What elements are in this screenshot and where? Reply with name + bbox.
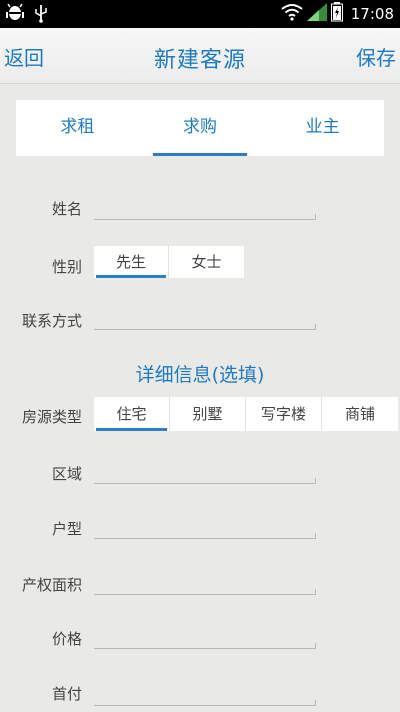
tab-rent[interactable]: 求租	[16, 100, 139, 156]
details-section-title: 详细信息(选填)	[135, 364, 265, 386]
title-bar: 返回 新建客源 保存	[0, 28, 400, 84]
property-size-label: 产权面积	[21, 576, 82, 594]
android-debug-icon	[6, 3, 24, 27]
property-type-shop[interactable]: 商铺	[322, 397, 398, 431]
signal-icon	[306, 3, 327, 25]
layout-field[interactable]	[94, 513, 316, 539]
property-type-office[interactable]: 写字楼	[246, 397, 322, 431]
wifi-icon	[281, 3, 303, 25]
area-field[interactable]	[94, 458, 316, 484]
price-field[interactable]	[94, 623, 316, 649]
listing-type-tabs: 求租 求购 业主	[16, 100, 384, 156]
down-payment-label: 首付	[51, 685, 82, 703]
property-size-field[interactable]	[94, 569, 316, 595]
price-label: 价格	[51, 630, 82, 648]
down-payment-field[interactable]	[94, 680, 316, 706]
gender-option-mr[interactable]: 先生	[94, 246, 169, 278]
contact-field[interactable]	[94, 304, 316, 330]
area-label: 区域	[51, 465, 82, 483]
status-time: 17:08	[350, 5, 394, 23]
contact-label: 联系方式	[21, 312, 82, 330]
save-button[interactable]: 保存	[356, 42, 396, 71]
page-title: 新建客源	[153, 48, 246, 73]
layout-label: 户型	[51, 520, 82, 538]
battery-icon	[330, 2, 343, 26]
usb-icon	[34, 3, 48, 27]
gender-label: 性别	[51, 258, 82, 276]
gender-selector: 先生 女士	[94, 246, 244, 278]
name-field[interactable]	[94, 194, 316, 220]
name-label: 姓名	[51, 200, 82, 218]
status-bar: 17:08	[0, 0, 400, 28]
tab-buy[interactable]: 求购	[139, 100, 262, 156]
property-type-residential[interactable]: 住宅	[94, 397, 170, 431]
property-type-villa[interactable]: 别墅	[170, 397, 246, 431]
tab-owner[interactable]: 业主	[261, 100, 384, 156]
gender-option-ms[interactable]: 女士	[169, 246, 244, 278]
property-type-label: 房源类型	[21, 408, 82, 426]
property-type-selector: 住宅 别墅 写字楼 商铺	[94, 397, 398, 431]
